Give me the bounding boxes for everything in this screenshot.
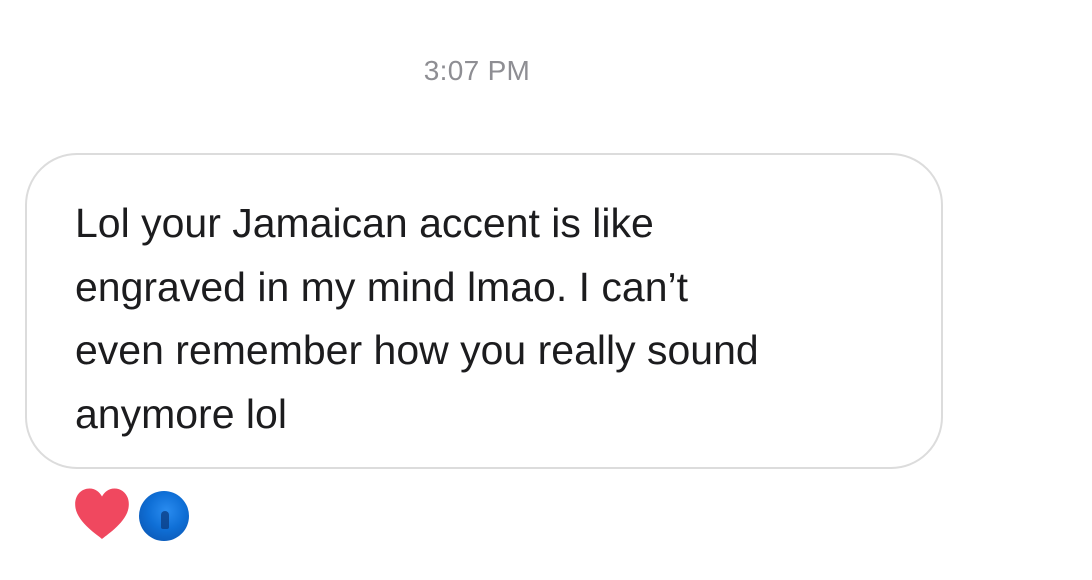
message-text: Lol your Jamaican accent is like engrave… [75, 200, 759, 437]
reactions-row[interactable] [73, 484, 189, 544]
message-bubble[interactable]: Lol your Jamaican accent is like engrave… [25, 153, 943, 469]
avatar-photo [161, 511, 169, 529]
message-timestamp: 3:07 PM [423, 55, 531, 86]
reactor-avatar[interactable] [139, 491, 189, 541]
heart-icon[interactable] [73, 486, 131, 542]
